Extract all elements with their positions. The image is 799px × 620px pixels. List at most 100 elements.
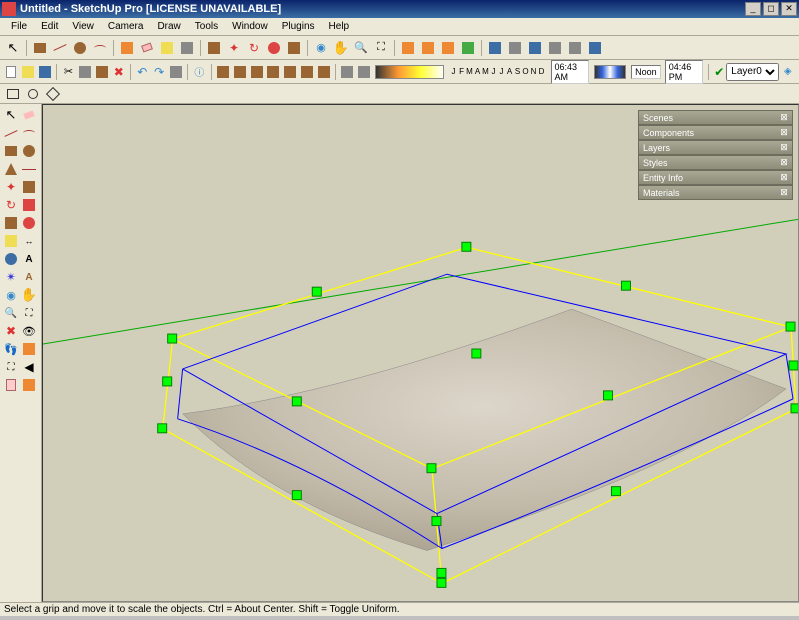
sandbox-1-icon[interactable] bbox=[216, 63, 231, 81]
close-icon[interactable]: ⊠ bbox=[778, 127, 790, 139]
shadow-toggle-icon[interactable] bbox=[357, 63, 372, 81]
save-icon[interactable] bbox=[38, 63, 53, 81]
zoom-icon-2[interactable]: 🔍 bbox=[2, 304, 20, 322]
3dtext-icon[interactable]: A bbox=[20, 268, 38, 286]
scale-icon[interactable] bbox=[285, 39, 303, 57]
arc-icon[interactable] bbox=[91, 39, 109, 57]
rotate-icon-2[interactable]: ↻ bbox=[2, 196, 20, 214]
zoom-extents-icon[interactable]: ⛶ bbox=[372, 39, 390, 57]
menu-view[interactable]: View bbox=[65, 20, 101, 33]
tray-materials[interactable]: Materials⊠ bbox=[638, 185, 793, 200]
rectangle-icon[interactable] bbox=[31, 39, 49, 57]
dimension-icon[interactable]: ↔ bbox=[20, 232, 38, 250]
paint-bucket-icon[interactable] bbox=[178, 39, 196, 57]
menu-plugins[interactable]: Plugins bbox=[275, 20, 322, 33]
line-icon-2[interactable] bbox=[2, 124, 20, 142]
layer-manager-icon[interactable]: ◈ bbox=[780, 63, 795, 81]
right-view-icon[interactable] bbox=[546, 39, 564, 57]
print-icon[interactable] bbox=[168, 63, 183, 81]
rectangle-icon-2[interactable] bbox=[2, 142, 20, 160]
tray-entity-info[interactable]: Entity Info⊠ bbox=[638, 170, 793, 185]
back-view-icon[interactable] bbox=[566, 39, 584, 57]
close-icon[interactable]: ⊠ bbox=[778, 157, 790, 169]
sandbox-3-icon[interactable] bbox=[249, 63, 264, 81]
sandbox-4-icon[interactable] bbox=[266, 63, 281, 81]
close-icon[interactable]: ⊠ bbox=[778, 142, 790, 154]
select-icon[interactable]: ↖ bbox=[2, 106, 20, 124]
undo-icon[interactable]: ↶ bbox=[135, 63, 150, 81]
share-model-icon[interactable] bbox=[419, 39, 437, 57]
cut-icon[interactable]: ✂ bbox=[61, 63, 76, 81]
top-view-icon[interactable] bbox=[506, 39, 524, 57]
pan-icon-2[interactable]: ✋ bbox=[20, 286, 38, 304]
shadow-time-gradient[interactable] bbox=[375, 65, 443, 79]
tape-icon-2[interactable] bbox=[2, 232, 20, 250]
sandbox-5-icon[interactable] bbox=[283, 63, 298, 81]
text-icon[interactable]: A bbox=[20, 250, 38, 268]
menu-draw[interactable]: Draw bbox=[150, 20, 187, 33]
arc-icon-2[interactable] bbox=[20, 124, 38, 142]
select-tool-icon[interactable]: ↖ bbox=[4, 39, 22, 57]
layer-dropdown[interactable]: Layer0 bbox=[726, 63, 779, 81]
sandbox-2-icon[interactable] bbox=[232, 63, 247, 81]
new-icon[interactable] bbox=[4, 63, 19, 81]
get-models-icon[interactable] bbox=[399, 39, 417, 57]
menu-edit[interactable]: Edit bbox=[34, 20, 65, 33]
month-strip[interactable]: J F M A M J J A S O N D bbox=[450, 67, 546, 76]
layer-visible-icon[interactable]: ✔ bbox=[714, 65, 724, 79]
tray-scenes[interactable]: Scenes⊠ bbox=[638, 110, 793, 125]
menu-window[interactable]: Window bbox=[225, 20, 275, 33]
move-icon[interactable]: ✦ bbox=[225, 39, 243, 57]
shape-poly-icon[interactable] bbox=[44, 85, 62, 103]
pan-icon[interactable]: ✋ bbox=[332, 39, 350, 57]
pushpull-icon-2[interactable] bbox=[20, 178, 38, 196]
shadow-day-gradient[interactable] bbox=[594, 65, 626, 79]
circle-icon[interactable] bbox=[71, 39, 89, 57]
open-icon[interactable] bbox=[21, 63, 36, 81]
previous-view-icon[interactable]: ◀ bbox=[20, 358, 38, 376]
close-button[interactable]: ✕ bbox=[781, 2, 797, 16]
send-to-layout-icon[interactable] bbox=[2, 376, 20, 394]
minimize-button[interactable]: _ bbox=[745, 2, 761, 16]
position-camera-icon[interactable]: ✖ bbox=[2, 322, 20, 340]
sandbox-7-icon[interactable] bbox=[316, 63, 331, 81]
freehand-icon[interactable] bbox=[20, 160, 38, 178]
shape-rect-icon[interactable] bbox=[4, 85, 22, 103]
paint-bucket-icon-2[interactable] bbox=[20, 376, 38, 394]
offset-icon[interactable] bbox=[265, 39, 283, 57]
toggle-terrain-icon[interactable] bbox=[340, 63, 355, 81]
paste-icon[interactable] bbox=[95, 63, 110, 81]
protractor-icon[interactable] bbox=[2, 250, 20, 268]
orbit-icon-2[interactable]: ◉ bbox=[2, 286, 20, 304]
scale-icon-2[interactable] bbox=[2, 214, 20, 232]
zoom-icon[interactable]: 🔍 bbox=[352, 39, 370, 57]
tray-layers[interactable]: Layers⊠ bbox=[638, 140, 793, 155]
close-icon[interactable]: ⊠ bbox=[778, 172, 790, 184]
shape-circle-icon[interactable] bbox=[24, 85, 42, 103]
menu-help[interactable]: Help bbox=[322, 20, 357, 33]
redo-icon[interactable]: ↷ bbox=[152, 63, 167, 81]
eraser-icon[interactable] bbox=[138, 39, 156, 57]
maximize-button[interactable]: ◻ bbox=[763, 2, 779, 16]
zoom-window-icon[interactable]: ⛶ bbox=[20, 304, 38, 322]
extension-icon[interactable] bbox=[439, 39, 457, 57]
circle-icon-2[interactable] bbox=[20, 142, 38, 160]
walk-icon[interactable]: 👣 bbox=[2, 340, 20, 358]
map-icon[interactable] bbox=[459, 39, 477, 57]
menu-tools[interactable]: Tools bbox=[188, 20, 225, 33]
menu-camera[interactable]: Camera bbox=[101, 20, 151, 33]
look-around-icon[interactable]: 👁 bbox=[20, 322, 38, 340]
tray-styles[interactable]: Styles⊠ bbox=[638, 155, 793, 170]
move-icon-2[interactable]: ✦ bbox=[2, 178, 20, 196]
close-icon[interactable]: ⊠ bbox=[778, 187, 790, 199]
menu-file[interactable]: File bbox=[4, 20, 34, 33]
sandbox-6-icon[interactable] bbox=[299, 63, 314, 81]
close-icon[interactable]: ⊠ bbox=[778, 112, 790, 124]
eraser-icon-2[interactable] bbox=[20, 106, 38, 124]
viewport[interactable]: Scenes⊠ Components⊠ Layers⊠ Styles⊠ Enti… bbox=[42, 104, 799, 602]
line-icon[interactable] bbox=[51, 39, 69, 57]
offset-icon-2[interactable] bbox=[20, 214, 38, 232]
front-view-icon[interactable] bbox=[526, 39, 544, 57]
rotate-icon[interactable]: ↻ bbox=[245, 39, 263, 57]
axes-icon[interactable]: ✴ bbox=[2, 268, 20, 286]
